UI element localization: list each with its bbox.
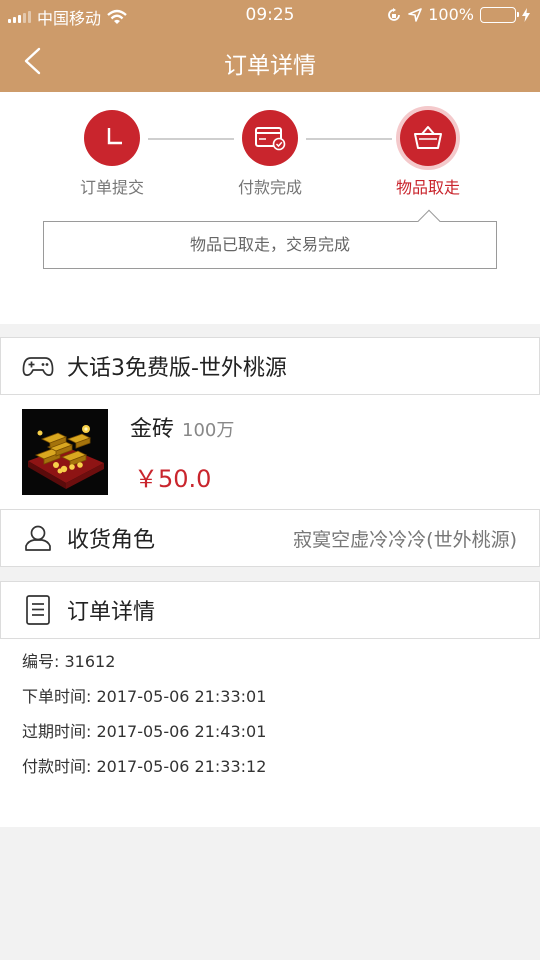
gold-bars-image [22,409,108,495]
step-collected-circle [400,110,456,166]
game-header: 大话3免费版-世外桃源 [0,337,540,395]
product-title: 金砖 100万 [130,411,234,443]
order-progress-panel: 订单提交 付款完成 物品取走 物品已取走，交易完成 [0,92,540,324]
step-label-collected: 物品取走 [395,178,460,197]
orientation-lock-icon [388,7,401,21]
game-name: 大话3免费版-世外桃源 [67,356,287,381]
progress-connector [306,138,392,140]
progress-connector [148,138,234,140]
page-title: 订单详情 [224,53,316,79]
step-label-submitted: 订单提交 [79,178,144,197]
receiver-value: 寂寞空虚冷冷冷(世外桃源) [293,528,517,551]
nav-bar: 订单详情 [0,30,540,92]
charging-icon [522,7,530,22]
order-created-time: 下单时间: 2017-05-06 21:33:01 [22,687,267,706]
battery-icon [480,6,519,23]
order-number: 编号: 31612 [22,652,116,671]
step-submitted-circle [84,110,140,166]
order-details-body: 编号: 31612 下单时间: 2017-05-06 21:33:01 过期时间… [0,639,540,827]
battery-percentage: 100% [428,5,474,24]
user-icon [21,521,55,555]
receiver-role-row: 收货角色 寂寞空虚冷冷冷(世外桃源) [0,509,540,567]
clock-icon [107,128,122,145]
receiver-label: 收货角色 [67,528,156,553]
location-icon [408,7,423,22]
document-icon [21,593,55,627]
order-expire-time: 过期时间: 2017-05-06 21:43:01 [22,722,267,741]
basket-icon [414,126,442,149]
product-price: ￥50.0 [134,465,212,493]
status-bar: 中国移动 09:25 100% [0,0,540,30]
product-name: 金砖 [130,417,175,442]
step-paid-circle [242,110,298,166]
order-details-title: 订单详情 [67,600,156,625]
product-item[interactable]: 金砖 100万 ￥50.0 [0,395,540,509]
product-quantity: 100万 [182,420,235,441]
order-paid-time: 付款时间: 2017-05-06 21:33:12 [22,757,267,776]
step-label-paid: 付款完成 [237,178,302,197]
card-check-icon [255,127,286,151]
status-bar-right: 100% [386,5,530,24]
gamepad-icon [21,349,55,383]
order-details-header: 订单详情 [0,581,540,639]
